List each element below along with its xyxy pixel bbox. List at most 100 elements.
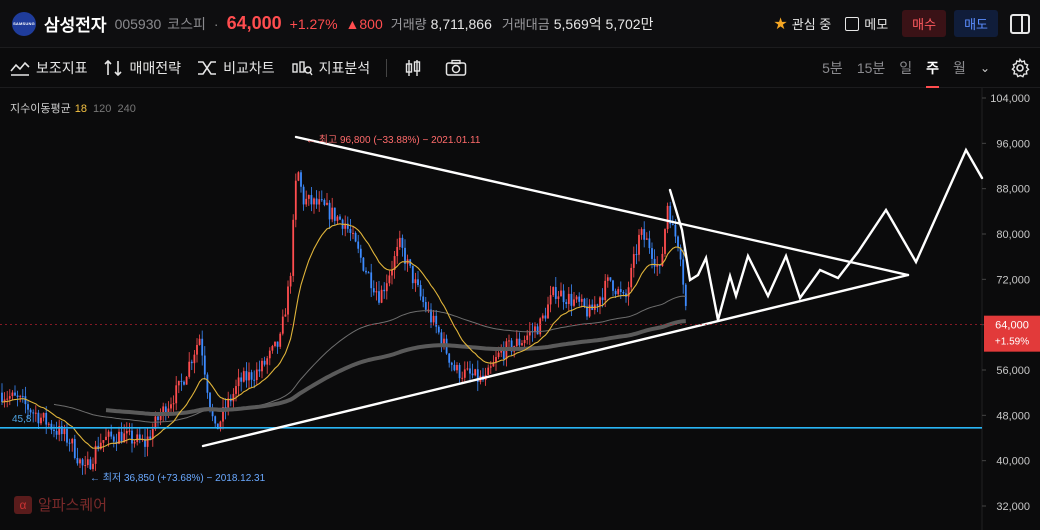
timeframe-selector: 5분 15분 일 주 월 ⌄ — [808, 48, 990, 88]
candle-body — [609, 277, 612, 281]
chevron-down-icon[interactable]: ⌄ — [980, 61, 990, 75]
current-price: 64,000 — [226, 13, 282, 33]
candle-body — [375, 291, 378, 293]
candle-body — [120, 431, 123, 443]
candle-body — [302, 186, 305, 205]
candle-body — [565, 302, 568, 305]
analysis-tool-button[interactable]: 지표분석 — [291, 58, 370, 78]
candle-body — [619, 289, 622, 292]
candle-body — [214, 416, 217, 424]
timeframe-day[interactable]: 일 — [899, 58, 912, 78]
candle-body — [583, 298, 586, 307]
ma240-label: 240 — [117, 103, 136, 115]
candle-body — [149, 436, 152, 439]
candle-body — [339, 216, 341, 220]
y-tick-label: 48,000 — [996, 410, 1030, 422]
candle-body — [370, 272, 373, 289]
candle-body — [300, 172, 302, 187]
candle-body — [253, 379, 256, 381]
gear-icon — [1011, 57, 1030, 78]
timeframe-5min[interactable]: 5분 — [822, 58, 843, 78]
favorite-button[interactable]: ★ 관심 중 — [773, 14, 831, 34]
candle-body — [14, 392, 16, 396]
candle-body — [682, 259, 685, 285]
panel-toggle-icon[interactable] — [1010, 13, 1030, 34]
candle-body — [435, 315, 438, 327]
tool-label: 비교차트 — [223, 59, 275, 76]
memo-button[interactable]: 메모 — [845, 14, 888, 33]
candle-body — [357, 241, 360, 249]
candle-body — [541, 315, 544, 319]
candle-body — [554, 287, 557, 299]
candle-body — [328, 202, 331, 220]
candle-body — [515, 338, 518, 347]
candle-body — [240, 377, 243, 382]
candle-body — [131, 430, 133, 444]
candle-body — [547, 304, 549, 319]
candlestick-icon — [405, 59, 421, 76]
candle-body — [206, 374, 209, 393]
candle-body — [53, 429, 55, 431]
timeframe-week[interactable]: 주 — [926, 58, 940, 88]
alphasquare-watermark: α 알파스퀘어 — [14, 494, 107, 515]
candle-body — [453, 364, 456, 371]
y-tick-label: 32,000 — [996, 501, 1030, 513]
candle-body — [188, 361, 191, 377]
samsung-logo: SAMSUNG — [12, 11, 36, 36]
screenshot-button[interactable] — [445, 59, 473, 77]
compare-tool-button[interactable]: 비교차트 — [197, 58, 275, 78]
strategy-tool-button[interactable]: 매매전략 — [103, 58, 181, 78]
candle-body — [617, 289, 620, 295]
candle-body — [474, 369, 477, 376]
buy-button[interactable]: 매수 — [902, 10, 947, 37]
settings-button[interactable] — [1010, 57, 1030, 83]
candle-body — [209, 392, 211, 410]
candle-body — [63, 428, 66, 435]
candle-body — [320, 199, 323, 201]
candle-body — [372, 288, 375, 293]
candle-body — [534, 326, 536, 332]
timeframe-month[interactable]: 월 — [953, 58, 966, 78]
candle-body — [573, 299, 575, 306]
candle-body — [276, 341, 279, 347]
candle-body — [601, 297, 604, 301]
toolbar-divider — [386, 58, 388, 77]
candle-body — [424, 302, 427, 310]
candle-body — [422, 296, 425, 303]
memo-label: 메모 — [864, 17, 889, 32]
candle-body — [599, 297, 601, 306]
candle-body — [76, 457, 79, 464]
candle-body — [638, 234, 640, 255]
candle-body — [326, 202, 328, 205]
candle-body — [201, 338, 204, 356]
timeframe-15min[interactable]: 15분 — [857, 58, 885, 78]
candle-body — [261, 360, 263, 372]
last-change-tag-value: +1.59% — [995, 337, 1029, 348]
sell-button[interactable]: 매도 — [954, 10, 998, 37]
candle-body — [349, 228, 352, 233]
candle-body — [380, 289, 383, 303]
candle-body — [248, 372, 250, 381]
candle-body — [289, 275, 292, 287]
candle-body — [268, 350, 271, 359]
candle-body — [383, 289, 386, 292]
candle-type-button[interactable] — [403, 58, 429, 78]
candle-body — [305, 198, 308, 205]
indicator-tool-button[interactable]: 보조지표 — [10, 58, 88, 78]
candle-body — [398, 237, 401, 248]
y-tick-label: 104,000 — [990, 93, 1030, 105]
candle-body — [6, 398, 9, 400]
candle-body — [562, 290, 565, 303]
stock-name[interactable]: 삼성전자 — [44, 11, 107, 36]
ma18-label: 18 — [74, 103, 87, 115]
candle-body — [125, 430, 128, 434]
ma-legend: 지수이동평균 18 120 240 — [10, 100, 136, 116]
candle-body — [502, 350, 505, 359]
upper-trendline — [294, 135, 910, 277]
analysis-icon — [291, 60, 313, 75]
candle-body — [183, 381, 185, 385]
price-chart[interactable]: 104,000 96,000 88,000 80,000 72,000 64,000 56,… — [0, 88, 1040, 530]
candle-body — [190, 361, 193, 364]
separator-dot: · — [213, 15, 219, 32]
candle-body — [175, 385, 178, 404]
